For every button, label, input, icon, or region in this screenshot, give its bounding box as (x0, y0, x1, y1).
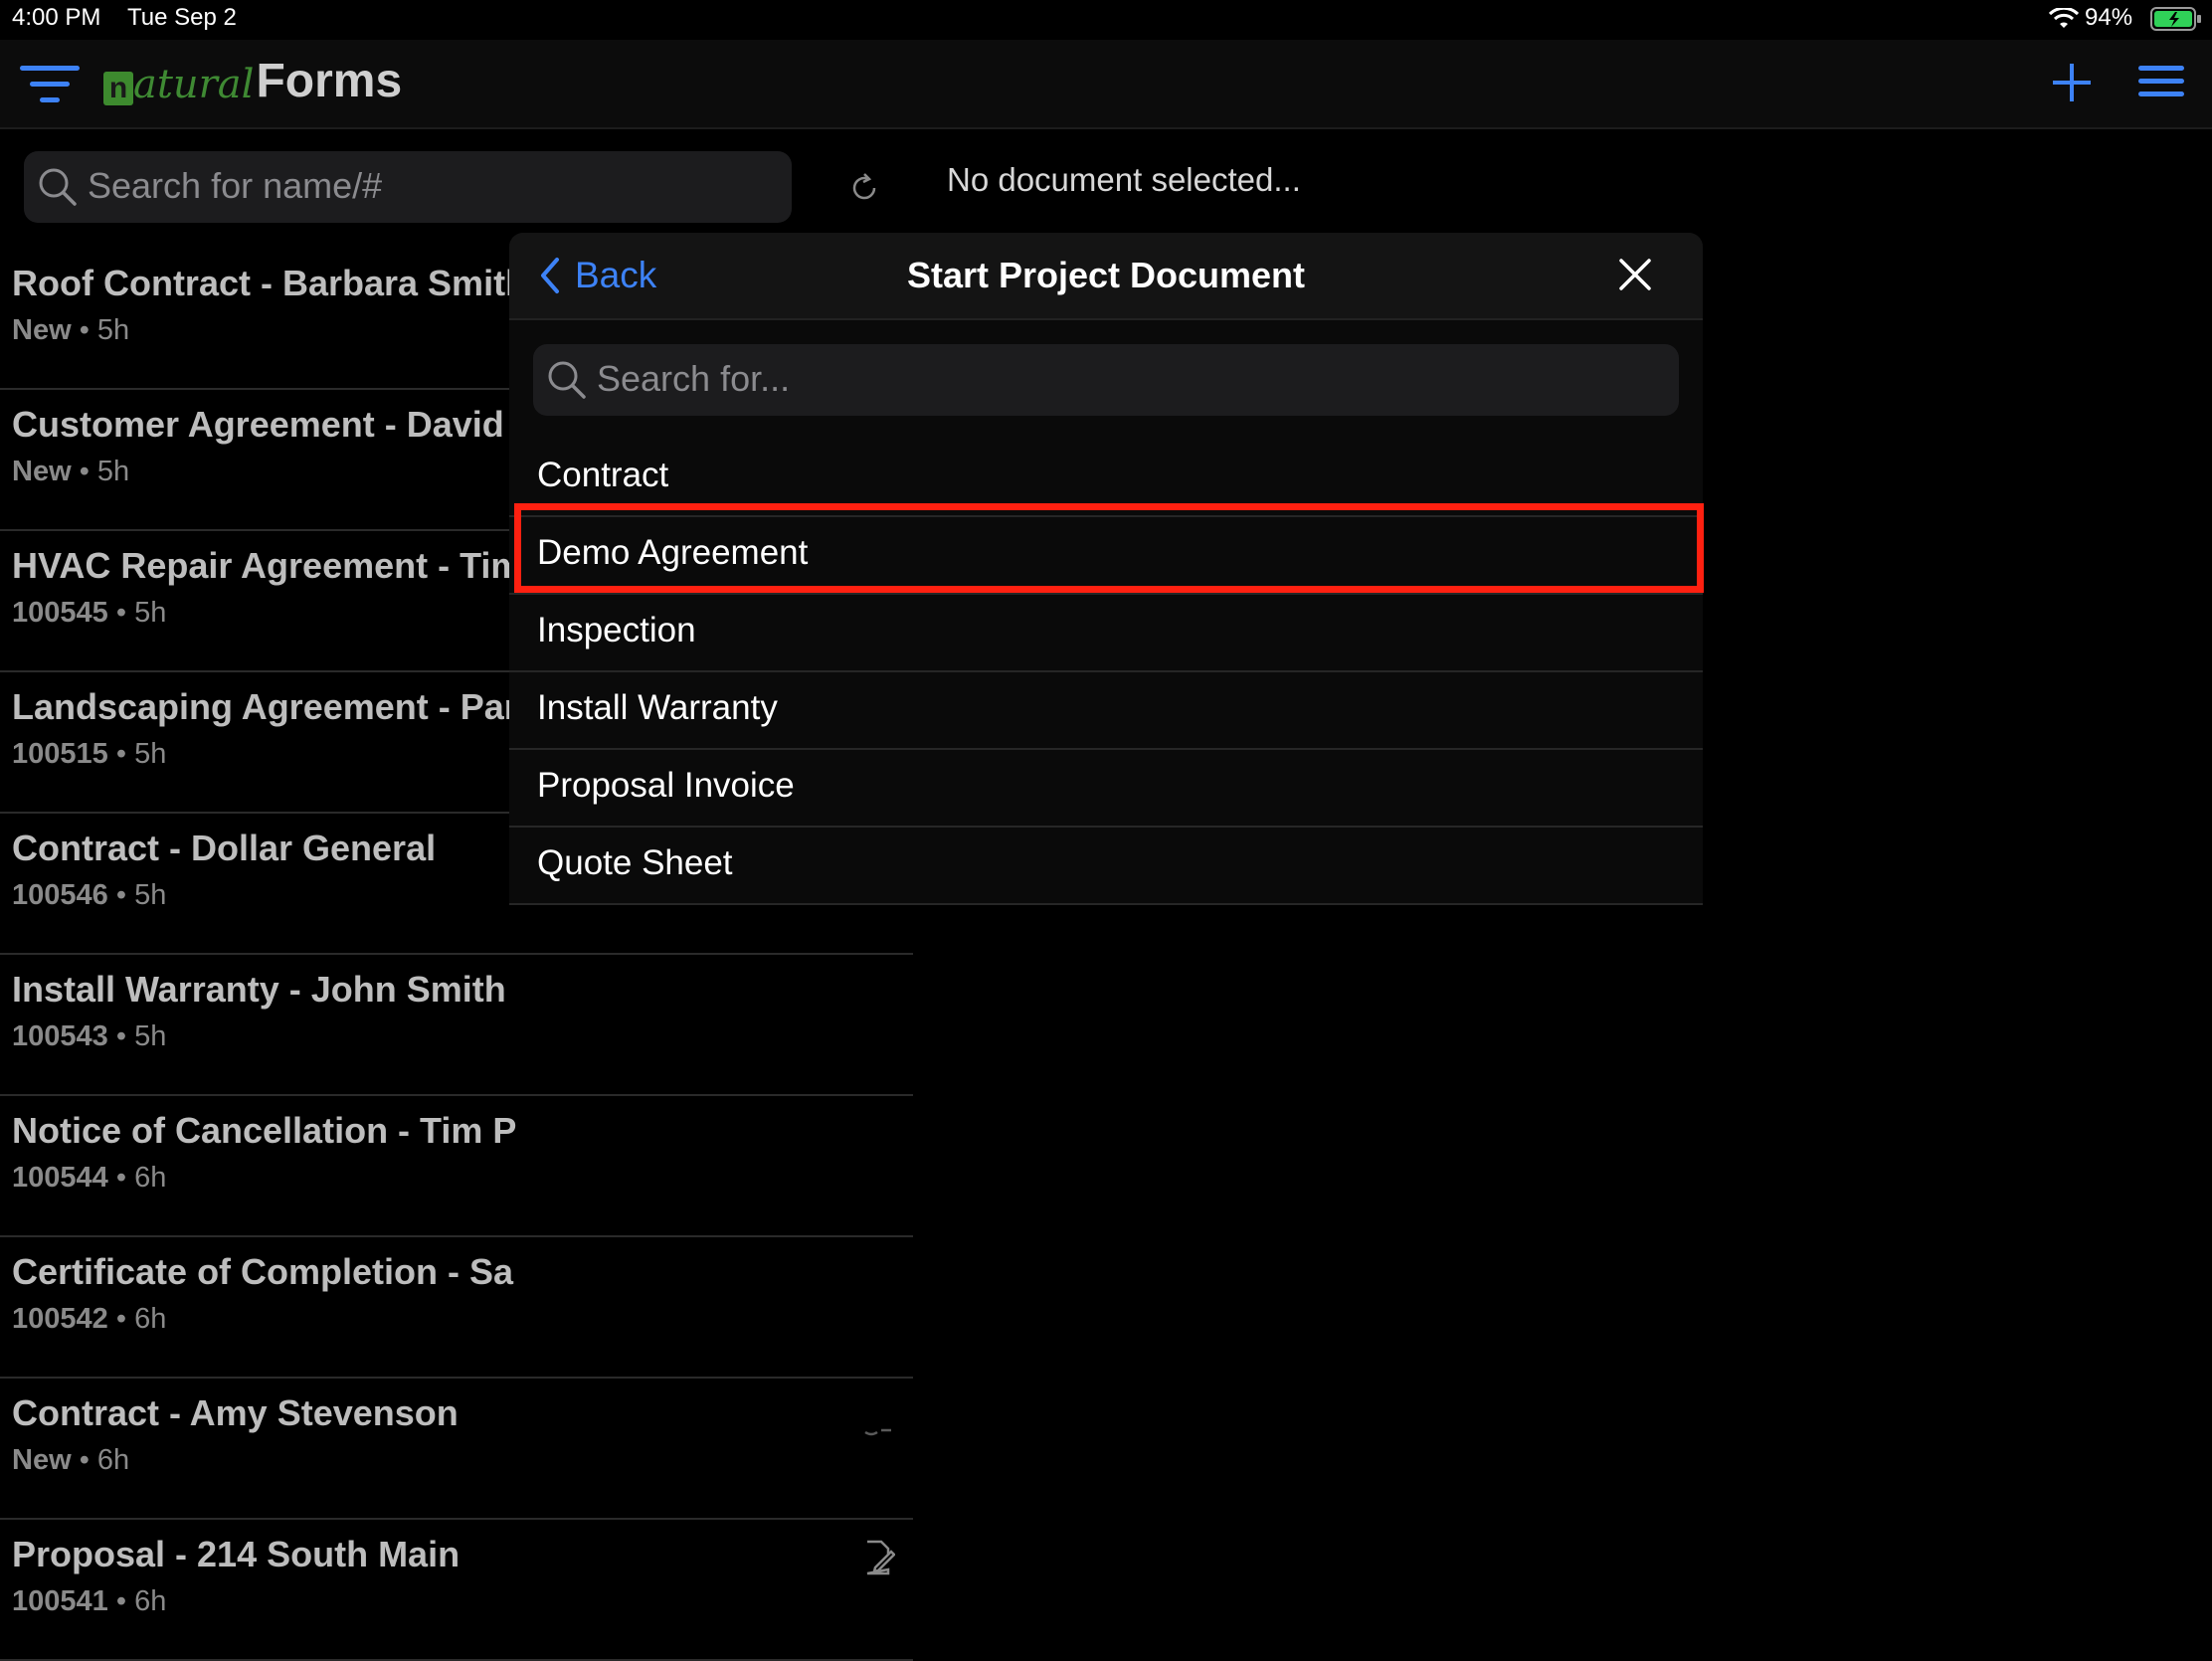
status-time: 4:00 PM (12, 4, 101, 31)
option-label: Quote Sheet (537, 843, 733, 882)
back-label: Back (575, 255, 657, 295)
separator: • (115, 597, 126, 629)
document-age: 5h (134, 1020, 167, 1052)
document-age: 6h (134, 1303, 167, 1335)
document-id: 100543 (12, 1020, 108, 1052)
document-age: 5h (134, 738, 167, 770)
option-proposal-invoice[interactable]: Proposal Invoice (509, 748, 1703, 828)
document-title: Contract - Amy Stevenson (12, 1392, 459, 1433)
separator: • (115, 1020, 126, 1052)
document-age: 5h (134, 597, 167, 629)
option-label: Install Warranty (537, 688, 778, 727)
list-item[interactable]: Install Warranty - John Smith 100543 • 5… (0, 955, 913, 1096)
document-title: Proposal - 214 South Main (12, 1534, 461, 1574)
option-label: Contract (537, 456, 669, 494)
separator: • (79, 456, 90, 487)
document-meta: 100543 • 5h (12, 1020, 166, 1053)
status-date: Tue Sep 2 (127, 4, 237, 31)
edit-icon[interactable] (863, 1424, 893, 1438)
separator: • (115, 879, 126, 911)
document-age: 6h (134, 1585, 167, 1617)
logo-forms-text: Forms (256, 55, 403, 107)
document-meta: New • 5h (12, 314, 129, 347)
document-meta: 100545 • 5h (12, 597, 166, 630)
battery-percentage: 94% (2085, 4, 2133, 31)
document-id: 100544 (12, 1162, 108, 1194)
separator: • (115, 738, 126, 770)
modal-title: Start Project Document (906, 255, 1306, 295)
document-title: Roof Contract - Barbara Smith (12, 263, 528, 303)
add-icon[interactable] (2051, 62, 2093, 103)
logo-natural-text: atural (133, 62, 255, 107)
chevron-left-icon (541, 258, 559, 293)
edit-document-icon[interactable] (861, 1540, 895, 1575)
list-item[interactable]: Certificate of Completion - Sa 100542 • … (0, 1237, 913, 1379)
search-input[interactable]: Search for name/# (24, 151, 792, 223)
document-meta: New • 5h (12, 456, 129, 488)
search-icon (548, 361, 586, 399)
document-title: Landscaping Agreement - Par (12, 686, 518, 727)
option-label: Inspection (537, 611, 696, 649)
document-title: HVAC Repair Agreement - Tim (12, 545, 523, 586)
document-title: Install Warranty - John Smith (12, 969, 506, 1010)
list-item[interactable]: Proposal - 214 South Main 100541 • 6h (0, 1520, 913, 1661)
document-age: 5h (134, 879, 167, 911)
document-id: 100541 (12, 1585, 108, 1617)
modal-search-placeholder: Search for... (597, 358, 791, 399)
highlight-box (514, 503, 1704, 593)
search-icon (39, 168, 77, 206)
close-icon[interactable] (1615, 255, 1655, 294)
back-button[interactable]: Back (539, 253, 656, 298)
document-meta: 100544 • 6h (12, 1162, 166, 1195)
document-meta: 100542 • 6h (12, 1303, 166, 1336)
wifi-icon (2049, 8, 2079, 28)
document-title: Customer Agreement - David (12, 404, 504, 445)
option-inspection[interactable]: Inspection (509, 593, 1703, 672)
document-age: 6h (134, 1162, 167, 1194)
document-age: 5h (96, 456, 130, 487)
logo-n-mark: n (103, 72, 133, 105)
document-title: Certificate of Completion - Sa (12, 1251, 514, 1292)
document-meta: 100515 • 5h (12, 738, 166, 771)
document-id: 100542 (12, 1303, 108, 1335)
separator: • (115, 1585, 126, 1617)
document-age: 6h (96, 1444, 130, 1476)
list-item[interactable]: Contract - Amy Stevenson New • 6h (0, 1379, 913, 1520)
no-document-label: No document selected... (947, 161, 1301, 198)
app-logo: n atural Forms (103, 54, 402, 109)
separator: • (115, 1303, 126, 1335)
document-title: Contract - Dollar General (12, 828, 437, 868)
option-install-warranty[interactable]: Install Warranty (509, 670, 1703, 750)
separator: • (79, 314, 90, 346)
modal-header: Start Project Document Back (509, 233, 1703, 320)
document-id: 100545 (12, 597, 108, 629)
document-meta: New • 6h (12, 1444, 129, 1477)
search-placeholder: Search for name/# (88, 165, 383, 206)
document-meta: 100541 • 6h (12, 1585, 166, 1618)
document-meta: 100546 • 5h (12, 879, 166, 912)
separator: • (79, 1444, 90, 1476)
modal-search-input[interactable]: Search for... (533, 344, 1679, 416)
document-id: New (12, 314, 72, 346)
battery-icon (2150, 7, 2201, 31)
option-quote-sheet[interactable]: Quote Sheet (509, 826, 1703, 905)
option-label: Proposal Invoice (537, 766, 795, 805)
document-title: Notice of Cancellation - Tim P (12, 1110, 517, 1151)
menu-icon[interactable] (2138, 64, 2184, 99)
document-id: 100546 (12, 879, 108, 911)
document-id: New (12, 1444, 72, 1476)
refresh-icon[interactable] (847, 171, 881, 205)
document-age: 5h (96, 314, 130, 346)
separator: • (115, 1162, 126, 1194)
filter-icon[interactable] (18, 64, 82, 105)
list-item[interactable]: Notice of Cancellation - Tim P 100544 • … (0, 1096, 913, 1237)
document-id: New (12, 456, 72, 487)
document-id: 100515 (12, 738, 108, 770)
